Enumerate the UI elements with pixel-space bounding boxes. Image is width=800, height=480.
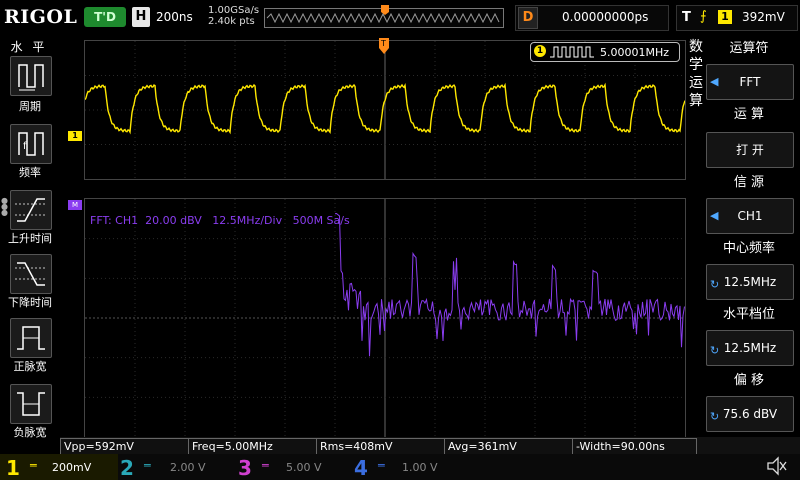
timebase-value: 200ns [156,10,193,24]
ch4-number[interactable]: 4 [354,456,368,480]
rise-time-icon [15,198,47,222]
ch4-coupling-icon: ═ [378,459,385,472]
fall-time-label: 下降时间 [8,296,52,309]
left-menu-title: 水 平 [10,40,48,54]
negative-width-icon [17,392,45,416]
positive-width-label: 正脉宽 [13,360,47,373]
negative-width-button[interactable] [10,384,52,424]
knob-icon: ↻ [710,278,720,291]
select-arrow-icon: ◀ [710,209,719,222]
square-wave-icon [550,46,594,58]
period-button[interactable] [10,56,52,96]
frequency-button[interactable]: f [10,124,52,164]
counter-channel-badge: 1 [534,45,546,57]
horizontal-label: H [132,7,150,27]
ch1-scale: 200mV [52,461,92,474]
center-frequency-control[interactable]: ↻ 12.5MHz [706,264,794,300]
delay-label: D [518,7,538,29]
memory-depth: 2.40k pts [208,16,255,27]
ch3-coupling-icon: ═ [262,459,269,472]
offset-title: 偏 移 [706,370,792,392]
rising-edge-icon: ⨍ [700,9,707,24]
measurement-avg[interactable]: Avg=361mV [444,438,573,455]
operator-select[interactable]: ◀ FFT [706,64,794,100]
ch2-number[interactable]: 2 [120,456,134,480]
frequency-label: 频率 [19,166,41,179]
ch3-number[interactable]: 3 [238,456,252,480]
operation-title: 运 算 [706,104,792,126]
measurement-rms[interactable]: Rms=408mV [316,438,445,455]
trigger-source-badge: 1 [718,10,732,24]
operation-toggle[interactable]: 打 开 [706,132,794,168]
select-arrow-icon: ◀ [710,75,719,88]
menu-page-dots: ● ● ● [1,196,8,217]
counter-value: 5.00001MHz [600,46,670,59]
ch3-scale: 5.00 V [286,461,322,474]
math-vertical-label: 数 学 运 算 [689,39,703,109]
measurement-vpp[interactable]: Vpp=592mV [60,438,189,455]
ch4-scale: 1.00 V [402,461,438,474]
ch2-scale: 2.00 V [170,461,206,474]
horizontal-scale-title: 水平档位 [706,304,792,326]
ch1-coupling-icon: ═ [30,459,37,472]
measurement-freq[interactable]: Freq=5.00MHz [188,438,317,455]
rise-time-label: 上升时间 [8,232,52,245]
measurement-neg-width[interactable]: -Width=90.00ns [572,438,697,455]
source-select[interactable]: ◀ CH1 [706,198,794,234]
positive-width-button[interactable] [10,318,52,358]
ch2-coupling-icon: ═ [144,459,151,472]
knob-icon: ↻ [710,410,720,423]
offset-control[interactable]: ↻ 75.6 dBV [706,396,794,432]
speaker-muted-icon[interactable] [766,456,788,480]
acquisition-info: 1.00GSa/s 2.40k pts [208,5,259,27]
fall-time-icon [15,262,47,286]
fft-graticule [84,198,686,438]
trigger-level: 392mV [742,10,785,24]
positive-width-icon [17,326,45,350]
math-offset-marker[interactable]: M [68,200,82,210]
svg-text:f: f [23,141,27,152]
svg-text:T: T [380,39,386,48]
negative-width-label: 负脉宽 [13,426,47,439]
trigger-label: T [682,10,691,25]
fft-info-label: FFT: CH1 20.00 dBV 12.5MHz/Div 500M Sa/s [90,214,350,227]
period-icon [18,64,44,91]
ch1-offset-marker[interactable]: 1 [68,131,82,141]
ch1-number: 1 [6,456,20,480]
operator-title: 运算符 [706,38,792,60]
rise-time-button[interactable] [10,190,52,230]
source-title: 信 源 [706,172,792,194]
horizontal-scale-control[interactable]: ↻ 12.5MHz [706,330,794,366]
knob-icon: ↻ [710,344,720,357]
delay-value: 0.00000000ps [562,10,649,24]
brand-logo: RIGOL [4,6,78,28]
sample-rate: 1.00GSa/s [208,5,260,16]
trigger-position-marker-icon: T [379,38,389,54]
period-label: 周期 [19,100,41,113]
memory-trigger-marker-icon [381,5,389,15]
fall-time-button[interactable] [10,254,52,294]
frequency-icon: f [18,132,44,156]
trigger-status-badge: T'D [84,7,126,27]
center-frequency-title: 中心频率 [706,238,792,260]
